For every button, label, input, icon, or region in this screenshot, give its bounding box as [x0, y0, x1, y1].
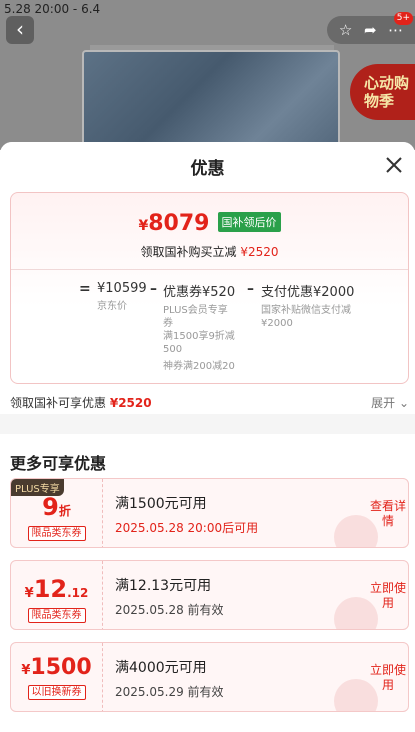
currency-symbol: ¥: [24, 586, 34, 601]
coupon-card: PLUS专享 9折 限品类东券 满1500元可用 2025.05.28 20:0…: [10, 478, 409, 548]
coupon-info: 满12.13元可用 2025.05.28 前有效: [115, 575, 224, 618]
back-button[interactable]: ‹: [6, 16, 34, 44]
coupon-value-area: ¥12.12 限品类东券: [11, 561, 103, 629]
coupon-info: 满1500元可用 2025.05.28 20:00后可用: [115, 493, 258, 536]
use-now-button[interactable]: 立即使用: [368, 561, 408, 629]
view-details-button[interactable]: 查看详情: [368, 479, 408, 547]
use-now-button[interactable]: 立即使用: [368, 643, 408, 711]
subsidy-line: 领取国补购买立减 ¥2520: [11, 243, 408, 260]
coupon-info: 满4000元可用 2025.05.29 前有效: [115, 657, 224, 700]
coupon-type-tag: 限品类东券: [27, 608, 86, 623]
discount-sheet: 优惠 ¥8079 国补领后价 领取国补购买立减 ¥2520 = ¥10599 京…: [0, 142, 415, 732]
coupon-condition: 满1500元可用: [115, 496, 207, 512]
equals-sign: =: [79, 281, 91, 297]
base-price: ¥10599: [97, 281, 147, 296]
message-badge: 5+: [393, 12, 413, 25]
sheet-header: 优惠: [0, 142, 415, 192]
base-price-col: ¥10599 京东价: [97, 281, 147, 313]
coupon-total: 优惠券¥520: [163, 285, 236, 300]
pay-desc: 国家补贴微信支付减¥2000: [261, 305, 351, 329]
base-price-label: 京东价: [97, 301, 127, 312]
coupon-validity: 2025.05.28 前有效: [115, 603, 224, 617]
coupon-validity: 2025.05.29 前有效: [115, 685, 224, 699]
subsidy-amount: ¥2520: [240, 245, 279, 259]
pay-discount: 支付优惠¥2000: [261, 285, 355, 300]
chevron-down-icon: ⌄: [398, 396, 409, 410]
coupon-unit: 折: [58, 504, 71, 518]
close-icon[interactable]: [383, 154, 405, 176]
section-title: 更多可享优惠: [10, 454, 107, 473]
event-date: 5.28 20:00 - 6.4: [4, 2, 101, 16]
coupon-desc-2: 满1500享9折减500: [163, 331, 235, 355]
share-icon[interactable]: ➦: [364, 21, 377, 39]
coupon-type-tag: 以旧换新券: [27, 685, 86, 700]
divider: [11, 269, 408, 270]
coupon-desc-3: 神券满200减20: [163, 361, 235, 372]
pay-col: 支付优惠¥2000 国家补贴微信支付减¥2000: [261, 281, 355, 330]
claim-row[interactable]: 领取国补可享优惠 ¥2520 展开 ⌄: [0, 384, 415, 422]
coupon-value: 9: [42, 493, 59, 521]
price-card: ¥8079 国补领后价 领取国补购买立减 ¥2520 = ¥10599 京东价 …: [10, 192, 409, 384]
minus-sign-2: –: [247, 281, 254, 297]
coupon-value-wrap: 9折: [11, 493, 102, 521]
expand-label: 展开: [371, 396, 396, 410]
price-card-wrap: ¥8079 国补领后价 领取国补购买立减 ¥2520 = ¥10599 京东价 …: [0, 192, 415, 384]
coupon-validity: 2025.05.28 20:00后可用: [115, 521, 259, 535]
coupon-desc-1: PLUS会员专享券: [163, 305, 228, 329]
currency-symbol: ¥: [138, 218, 149, 234]
price-value: 8079: [148, 211, 210, 236]
coupon-value: 12: [33, 575, 68, 603]
claim-label-wrap: 领取国补可享优惠 ¥2520: [10, 394, 152, 411]
subsidy-label: 领取国补购买立减: [140, 245, 237, 259]
coupon-card: ¥1500 以旧换新券 满4000元可用 2025.05.29 前有效 立即使用: [10, 642, 409, 712]
claim-label: 领取国补可享优惠: [10, 396, 107, 410]
product-background: 5.28 20:00 - 6.4 ‹ ☆ ➦ ⋯ 5+ 心动购物季: [0, 0, 415, 150]
coupon-value-area: ¥1500 以旧换新券: [11, 643, 103, 711]
final-price: ¥8079 国补领后价: [11, 211, 408, 236]
sheet-title: 优惠: [190, 159, 225, 179]
coupon-condition: 满4000元可用: [115, 660, 207, 676]
coupon-type-tag: 限品类东券: [27, 526, 86, 541]
price-tag: 国补领后价: [217, 212, 281, 232]
coupon-decimal: .12: [67, 586, 89, 600]
coupon-card: ¥12.12 限品类东券 满12.13元可用 2025.05.28 前有效 立即…: [10, 560, 409, 630]
product-image: [82, 50, 340, 150]
coupon-value-area: 9折 限品类东券: [11, 479, 103, 547]
coupon-value-wrap: ¥12.12: [11, 575, 102, 603]
star-icon[interactable]: ☆: [339, 21, 352, 39]
promo-banner[interactable]: 心动购物季: [350, 64, 415, 120]
more-offers-section: 更多可享优惠 PLUS专享 9折 限品类东券 满1500元可用 2025.05.…: [0, 434, 415, 732]
coupon-col: 优惠券¥520 PLUS会员专享券 满1500享9折减500 神券满200减20: [163, 281, 235, 373]
coupon-value: 1500: [30, 655, 92, 680]
minus-sign: –: [150, 281, 157, 297]
expand-button[interactable]: 展开 ⌄: [371, 394, 409, 411]
claim-amount: ¥2520: [109, 396, 152, 410]
coupon-value-wrap: ¥1500: [11, 655, 102, 680]
chevron-left-icon: ‹: [16, 17, 24, 41]
coupon-condition: 满12.13元可用: [115, 578, 212, 594]
